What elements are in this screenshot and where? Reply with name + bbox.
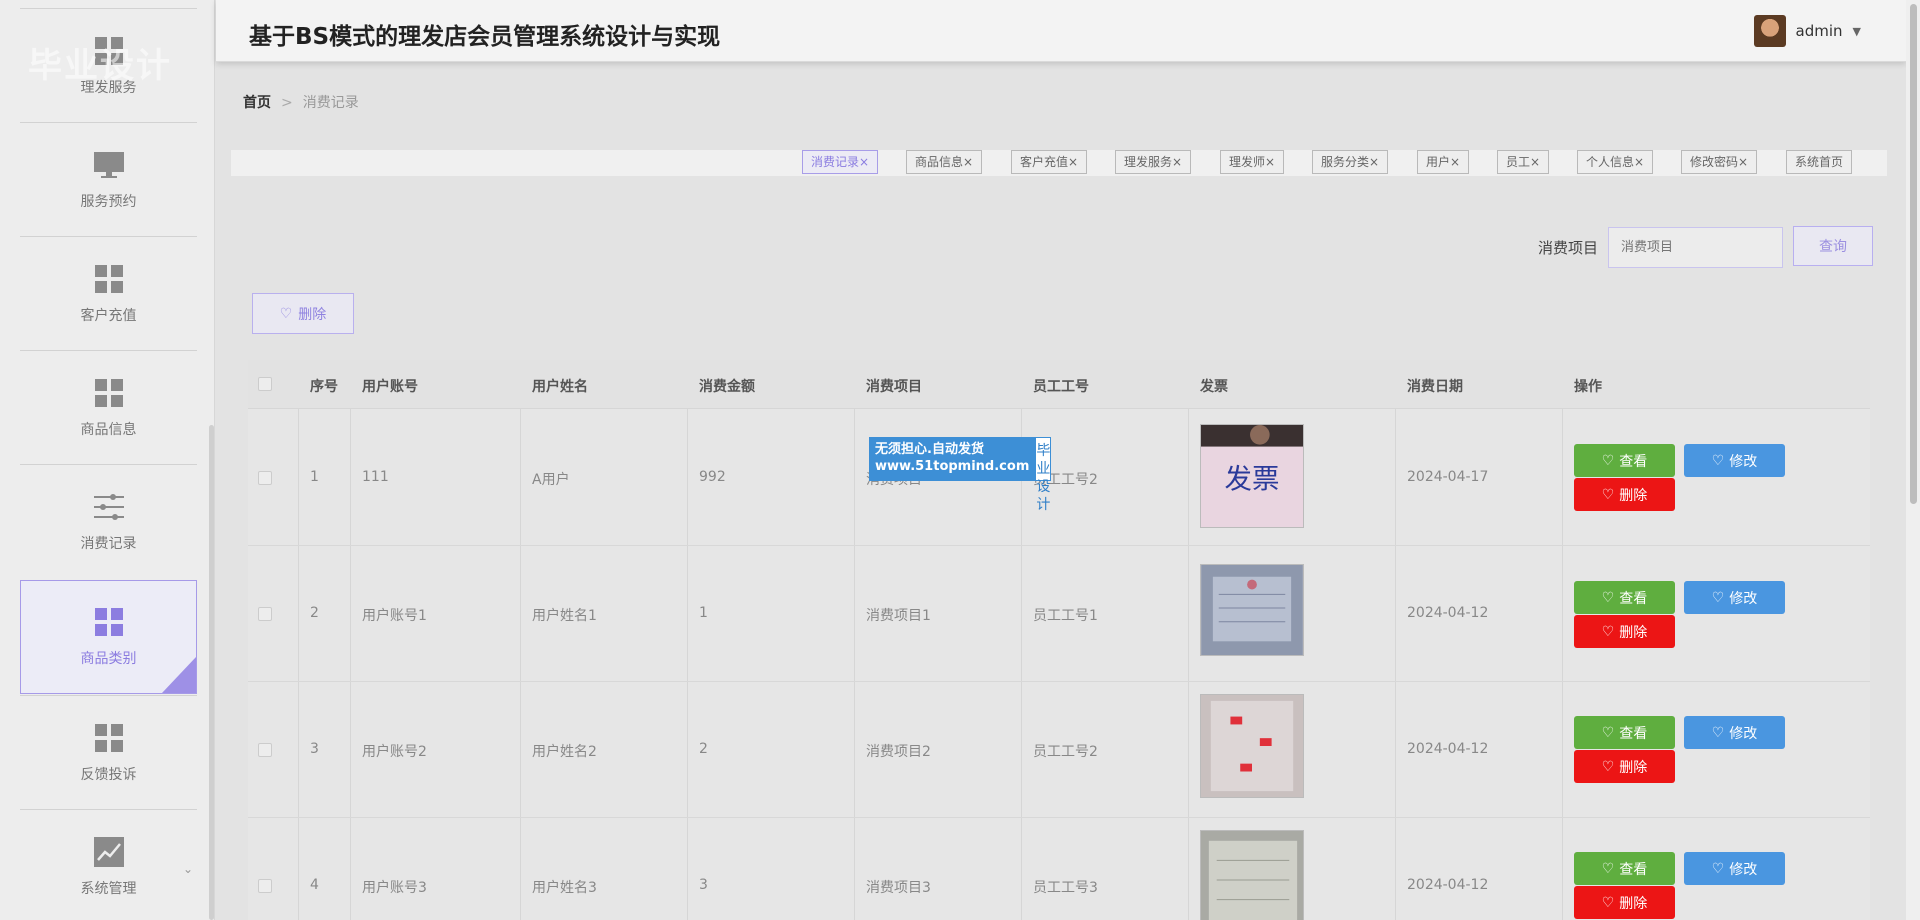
consumption-table: 序号 用户账号 用户姓名 消费金额 消费项目 员工工号 发票 消费日期 操作 1… [248,360,1870,920]
heart-icon: ♡ [1711,589,1725,606]
sidebar-item-label: 商品类别 [80,651,137,667]
user-menu[interactable]: admin ▼ [1753,15,1861,47]
table-row: 3 用户账号2 用户姓名2 2 消费项目2 员工工号2 2024-04-12 ♡… [248,682,1870,818]
delete-button[interactable]: ♡ 删除 [1574,750,1675,783]
tab-staff[interactable]: 员工× [1497,150,1550,174]
sidebar-item-label: 理发服务 [80,79,137,96]
heart-icon: ♡ [1601,486,1615,503]
sidebar-item-goods-category[interactable]: 商品类别 [20,580,197,694]
sidebar-item-label: 客户充值 [80,307,137,324]
edit-button[interactable]: ♡ 修改 [1684,581,1785,614]
view-button[interactable]: ♡ 查看 [1574,716,1675,749]
sidebar-item-hair-service[interactable]: 理发服务 [20,8,197,122]
heart-icon: ♡ [279,305,293,322]
sidebar-item-recharge[interactable]: 客户充值 [20,236,197,350]
bulk-delete-button[interactable]: ♡ 删除 [252,293,354,334]
tab-profile[interactable]: 个人信息× [1577,150,1654,174]
invoice-image[interactable] [1200,564,1304,656]
grid-icon [94,36,123,65]
breadcrumb: 首页 > 消费记录 [243,95,359,111]
active-corner [162,657,196,693]
invoice-image[interactable] [1200,830,1304,920]
tab-consumption[interactable]: 消费记录× [802,150,879,174]
tab-hair-service[interactable]: 理发服务× [1115,150,1192,174]
tab-users[interactable]: 用户× [1417,150,1470,174]
table-row: 1 111 A用户 992 消费项目 员工工号2 发票 2024-04-17 ♡… [248,410,1870,546]
delete-button[interactable]: ♡ 删除 [1574,615,1675,648]
tab-barber[interactable]: 理发师× [1220,150,1285,174]
sidebar-item-consumption[interactable]: 消费记录 [20,464,197,578]
sidebar-item-appointment[interactable]: 服务预约 [20,122,197,236]
sidebar-item-goods[interactable]: 商品信息 [20,350,197,464]
invoice-image[interactable] [1200,694,1304,798]
view-button[interactable]: ♡ 查看 [1574,852,1675,885]
avatar [1753,15,1786,47]
row-checkbox[interactable] [258,743,272,757]
heart-icon: ♡ [1711,860,1725,877]
heart-icon: ♡ [1601,724,1615,741]
header: 基于BS模式的理发店会员管理系统设计与实现 admin ▼ [216,0,1906,62]
row-checkbox[interactable] [258,471,272,485]
scrollbar-thumb[interactable] [1910,4,1917,504]
select-all-checkbox[interactable] [258,377,272,391]
delete-button[interactable]: ♡ 删除 [1574,886,1675,919]
grid-icon [94,723,123,752]
search-button[interactable]: 查询 [1793,226,1873,266]
page-scrollbar[interactable] [1906,0,1920,920]
heart-icon: ♡ [1601,860,1615,877]
sidebar-item-label: 消费记录 [80,535,137,552]
invoice-image[interactable]: 发票 [1200,424,1304,528]
sidebar: 理发服务 服务预约 客户充值 商品信息 消费记录 商品类别 反馈投诉 系统管理 … [0,0,215,920]
row-checkbox[interactable] [258,607,272,621]
sidebar-scrollbar[interactable] [209,425,214,920]
heart-icon: ♡ [1601,452,1615,469]
heart-icon: ♡ [1601,623,1615,640]
search-label: 消费项目 [1538,239,1599,257]
tab-goods[interactable]: 商品信息× [906,150,983,174]
tab-home[interactable]: 系统首页 [1786,150,1853,174]
heart-icon: ♡ [1711,724,1725,741]
heart-icon: ♡ [1601,894,1615,911]
grid-icon [94,264,123,293]
sidebar-item-system[interactable]: 系统管理 ⌄ [20,809,197,920]
svg-text:发票: 发票 [1225,464,1280,495]
chart-icon [93,836,124,867]
heart-icon: ♡ [1711,452,1725,469]
chevron-down-icon: ⌄ [182,862,193,876]
view-button[interactable]: ♡ 查看 [1574,444,1675,477]
sliders-icon [93,493,124,520]
ad-banner[interactable]: 无须担心.自动发货 www.51topmind.com 毕业 设计 [869,437,1052,513]
sidebar-item-label: 反馈投诉 [80,766,137,783]
delete-button[interactable]: ♡ 删除 [1574,478,1675,511]
tab-bar: 消费记录× 商品信息× 客户充值× 理发服务× 理发师× 服务分类× 用户× 员… [231,150,1887,176]
sidebar-item-label: 商品信息 [80,421,137,438]
table-header: 序号 用户账号 用户姓名 消费金额 消费项目 员工工号 发票 消费日期 操作 [248,360,1870,409]
sidebar-item-feedback[interactable]: 反馈投诉 [20,695,197,809]
tab-change-password[interactable]: 修改密码× [1681,150,1758,174]
breadcrumb-current: 消费记录 [302,95,359,111]
breadcrumb-home[interactable]: 首页 [243,95,271,111]
search-input[interactable] [1608,227,1783,268]
row-checkbox[interactable] [258,879,272,893]
tab-service-category[interactable]: 服务分类× [1312,150,1389,174]
table-row: 4 用户账号3 用户姓名3 3 消费项目3 员工工号3 2024-04-12 ♡… [248,818,1870,920]
page-title: 基于BS模式的理发店会员管理系统设计与实现 [249,24,721,50]
sidebar-item-label: 服务预约 [80,193,137,210]
heart-icon: ♡ [1601,589,1615,606]
edit-button[interactable]: ♡ 修改 [1684,852,1785,885]
username: admin [1795,22,1843,40]
heart-icon: ♡ [1601,758,1615,775]
sidebar-item-label: 系统管理 [80,880,137,897]
caret-down-icon: ▼ [1852,24,1861,38]
view-button[interactable]: ♡ 查看 [1574,581,1675,614]
grid-icon [94,378,123,407]
table-row: 2 用户账号1 用户姓名1 1 消费项目1 员工工号1 2024-04-12 ♡… [248,546,1870,682]
monitor-icon [93,151,124,178]
grid-icon [94,608,123,636]
tab-recharge[interactable]: 客户充值× [1011,150,1088,174]
edit-button[interactable]: ♡ 修改 [1684,444,1785,477]
edit-button[interactable]: ♡ 修改 [1684,716,1785,749]
